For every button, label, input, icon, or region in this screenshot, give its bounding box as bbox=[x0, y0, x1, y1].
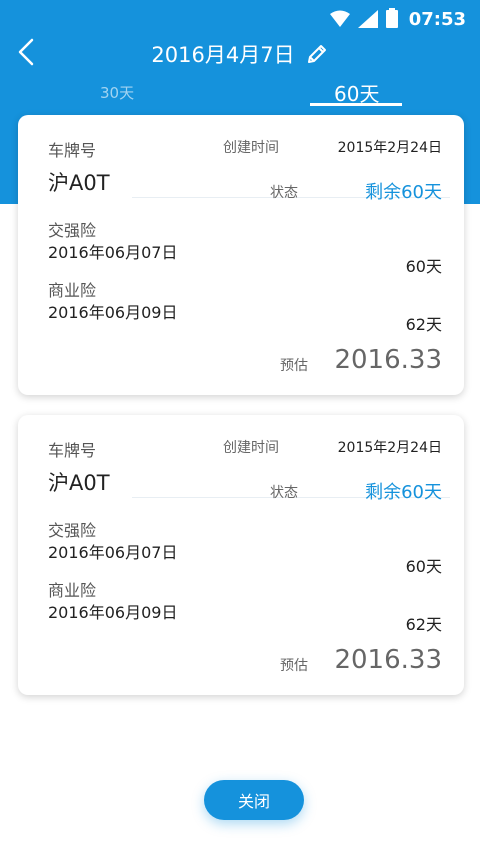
header-title-row: 2016月4月7日 bbox=[0, 38, 480, 70]
policy-card[interactable]: 车牌号 创建时间 2015年2月24日 沪A0T 状态 剩余60天 交强险 20… bbox=[18, 115, 464, 395]
status-bar: 07:53 bbox=[0, 0, 480, 38]
plate-label: 车牌号 bbox=[48, 141, 97, 160]
status-label: 状态 bbox=[270, 485, 298, 501]
plate-label: 车牌号 bbox=[48, 441, 97, 460]
pencil-icon[interactable] bbox=[305, 42, 329, 66]
syx-days: 62天 bbox=[405, 315, 442, 334]
estimate-value: 2016.33 bbox=[334, 645, 442, 675]
jqx-days: 60天 bbox=[405, 557, 442, 576]
jqx-label: 交强险 bbox=[48, 521, 97, 540]
tab-selected-indicator bbox=[310, 103, 402, 106]
jqx-days: 60天 bbox=[405, 257, 442, 276]
syx-date: 2016年06月09日 bbox=[48, 303, 178, 322]
status-value: 剩余60天 bbox=[365, 482, 442, 503]
created-value: 2015年2月24日 bbox=[337, 440, 442, 456]
status-label: 状态 bbox=[270, 185, 298, 201]
syx-days: 62天 bbox=[405, 615, 442, 634]
battery-icon bbox=[386, 8, 398, 28]
jqx-date: 2016年06月07日 bbox=[48, 243, 178, 262]
created-label: 创建时间 bbox=[223, 440, 279, 456]
page-title[interactable]: 2016月4月7日 bbox=[151, 39, 294, 69]
syx-label: 商业险 bbox=[48, 581, 97, 600]
estimate-label: 预估 bbox=[280, 358, 308, 374]
estimate-value: 2016.33 bbox=[334, 345, 442, 375]
status-value: 剩余60天 bbox=[365, 182, 442, 203]
close-button[interactable]: 关闭 bbox=[204, 780, 304, 820]
status-icons bbox=[330, 8, 398, 28]
created-value: 2015年2月24日 bbox=[337, 140, 442, 156]
wifi-icon bbox=[330, 10, 350, 27]
jqx-date: 2016年06月07日 bbox=[48, 543, 178, 562]
period-tabs: 30天 60天 bbox=[0, 78, 480, 110]
policy-card[interactable]: 车牌号 创建时间 2015年2月24日 沪A0T 状态 剩余60天 交强险 20… bbox=[18, 415, 464, 695]
tab-30-days[interactable]: 30天 bbox=[100, 82, 134, 103]
plate-number: 沪A0T bbox=[48, 171, 110, 195]
jqx-label: 交强险 bbox=[48, 221, 97, 240]
signal-icon bbox=[358, 10, 378, 28]
created-label: 创建时间 bbox=[223, 140, 279, 156]
syx-date: 2016年06月09日 bbox=[48, 603, 178, 622]
estimate-label: 预估 bbox=[280, 658, 308, 674]
syx-label: 商业险 bbox=[48, 281, 97, 300]
status-time: 07:53 bbox=[408, 9, 466, 30]
plate-number: 沪A0T bbox=[48, 471, 110, 495]
